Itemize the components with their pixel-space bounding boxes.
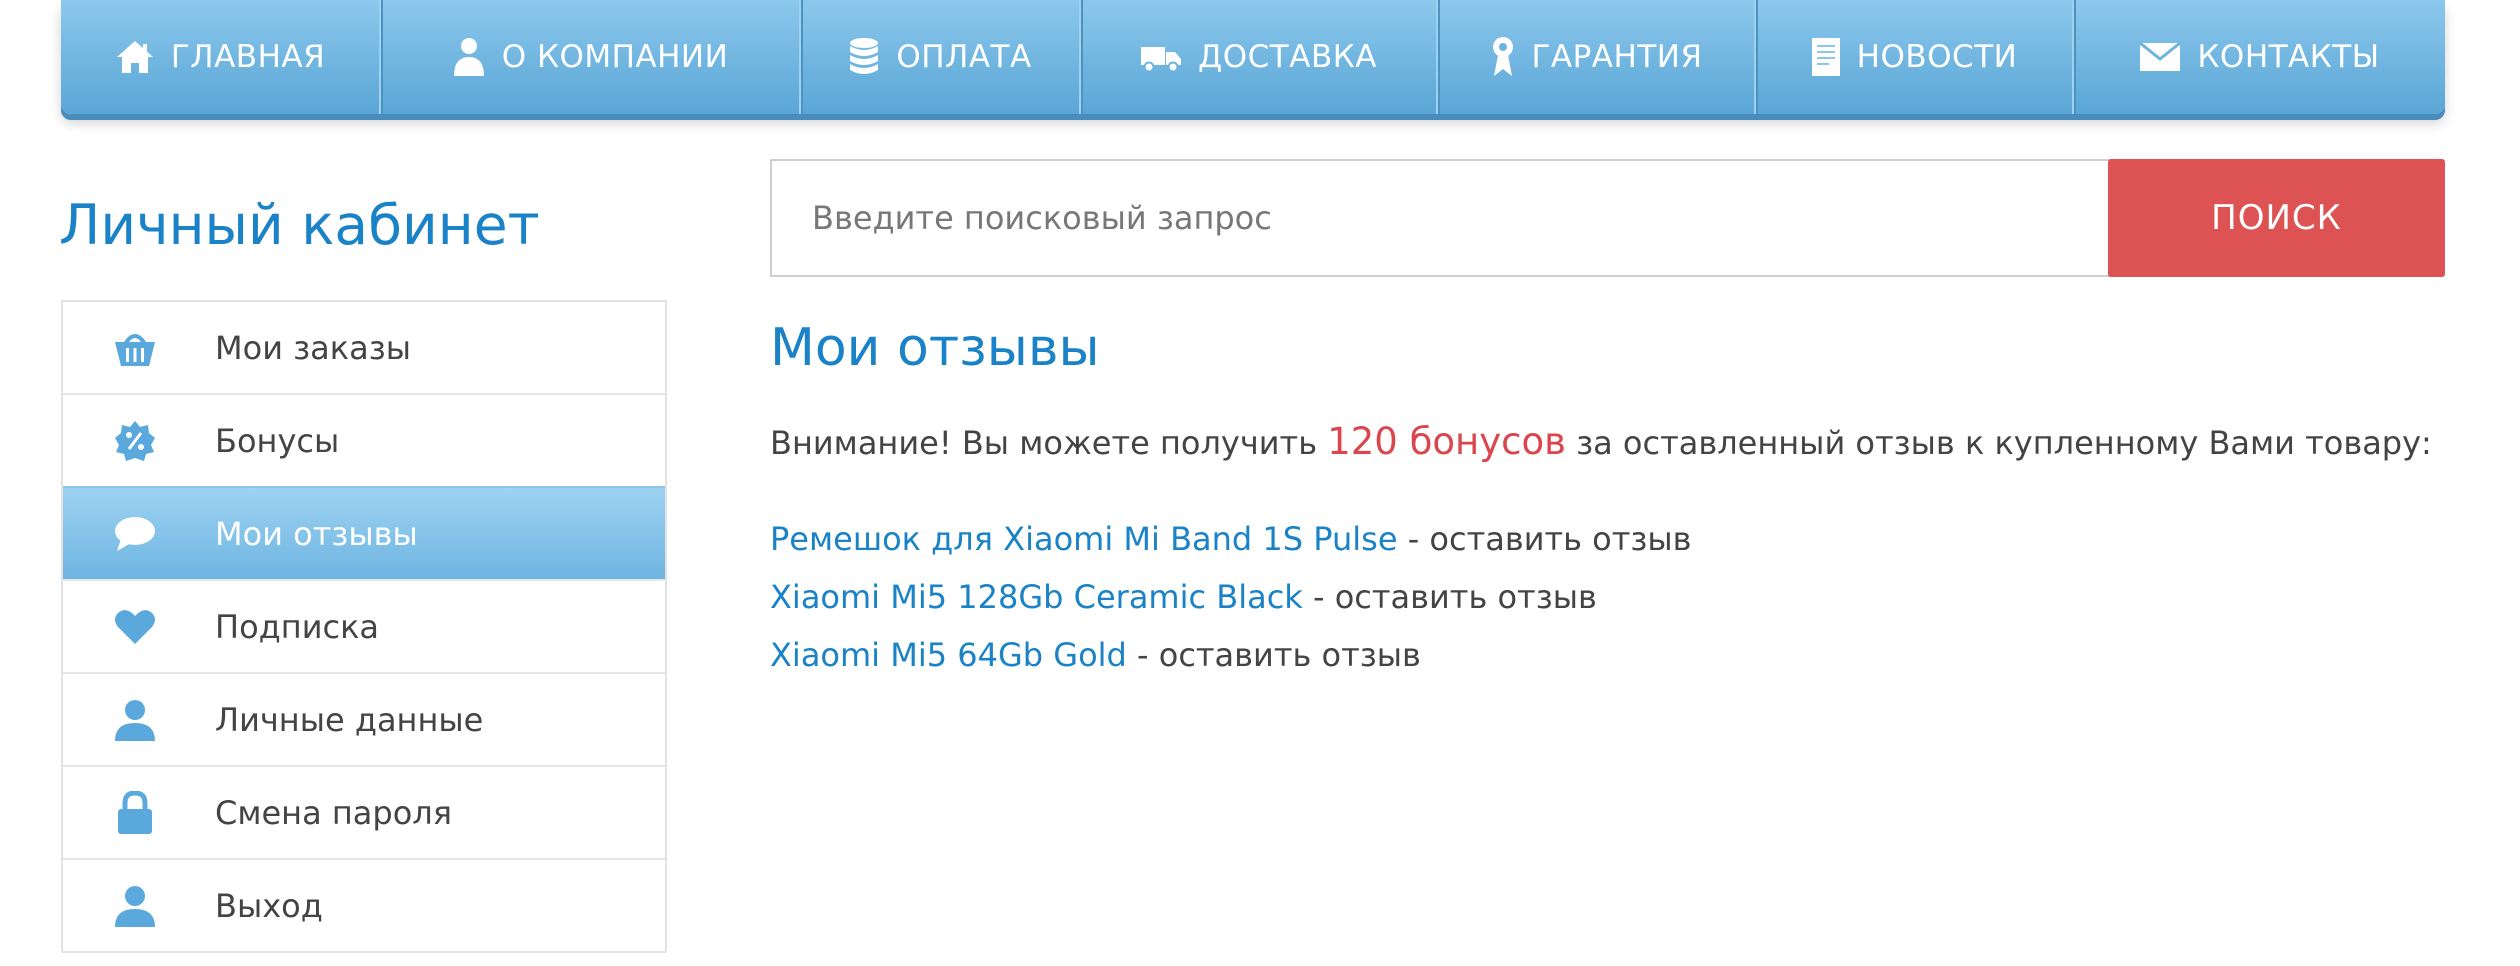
account-menu: Мои заказы Бонусы Мои отзывы Подписка Ли… [61, 300, 667, 953]
nav-item-label: ДОСТАВКА [1198, 39, 1377, 75]
sidebar-item-label: Мои заказы [215, 328, 411, 367]
leave-review-link[interactable]: - оставить отзыв [1303, 578, 1597, 616]
nav-item-contacts[interactable]: КОНТАКТЫ [2072, 0, 2445, 114]
bonus-notice: Внимание! Вы можете получить 120 бонусов… [770, 420, 2432, 463]
sidebar-item-label: Смена пароля [215, 793, 452, 832]
product-link[interactable]: Xiaomi Mi5 128Gb Ceramic Black [770, 578, 1303, 616]
lock-icon [111, 789, 159, 837]
sidebar-item-label: Личные данные [215, 700, 484, 739]
leave-review-link[interactable]: - оставить отзыв [1398, 520, 1692, 558]
home-icon [115, 39, 155, 75]
notice-text-after: за оставленный отзыв к купленному Вами т… [1565, 424, 2432, 462]
main-navigation: ГЛАВНАЯ О КОМПАНИИ ОПЛАТА ДОСТАВКА ГАРАН… [61, 0, 2445, 114]
nav-item-warranty[interactable]: ГАРАНТИЯ [1436, 0, 1754, 114]
sidebar-item-orders[interactable]: Мои заказы [63, 302, 665, 393]
list-item: Ремешок для Xiaomi Mi Band 1S Pulse - ос… [770, 520, 1692, 578]
nav-item-label: ГАРАНТИЯ [1531, 39, 1703, 75]
person-icon [452, 37, 486, 77]
user-icon [111, 696, 159, 744]
nav-item-label: КОНТАКТЫ [2197, 39, 2380, 75]
envelope-icon [2139, 42, 2182, 72]
list-item: Xiaomi Mi5 128Gb Ceramic Black - оставит… [770, 578, 1692, 636]
nav-item-label: ГЛАВНАЯ [170, 39, 326, 75]
sidebar-item-label: Мои отзывы [215, 514, 418, 553]
search-input[interactable] [770, 159, 2130, 277]
sidebar-item-reviews[interactable]: Мои отзывы [63, 486, 665, 579]
search-bar: ПОИСК [770, 159, 2445, 277]
sidebar-title: Личный кабинет [59, 193, 540, 257]
truck-icon [1140, 41, 1182, 73]
page-title: Мои отзывы [770, 318, 1100, 378]
sidebar-item-personal-data[interactable]: Личные данные [63, 672, 665, 765]
sidebar-item-label: Подписка [215, 607, 380, 646]
nav-item-label: ОПЛАТА [896, 39, 1032, 75]
notice-text-before: Внимание! Вы можете получить [770, 424, 1328, 462]
speech-bubble-icon [111, 510, 159, 558]
sidebar-item-logout[interactable]: Выход [63, 858, 665, 951]
bonus-amount: 120 бонусов [1327, 420, 1566, 463]
medal-icon [1490, 36, 1516, 78]
list-item: Xiaomi Mi5 64Gb Gold - оставить отзыв [770, 636, 1692, 694]
nav-item-payment[interactable]: ОПЛАТА [799, 0, 1079, 114]
percent-badge-icon [111, 417, 159, 465]
search-button[interactable]: ПОИСК [2108, 159, 2445, 277]
sidebar-item-bonuses[interactable]: Бонусы [63, 393, 665, 486]
nav-item-delivery[interactable]: ДОСТАВКА [1079, 0, 1436, 114]
basket-icon [111, 324, 159, 372]
sidebar-item-subscription[interactable]: Подписка [63, 579, 665, 672]
sidebar-item-label: Выход [215, 886, 323, 925]
nav-item-company[interactable]: О КОМПАНИИ [379, 0, 799, 114]
user-icon [111, 882, 159, 930]
sidebar-item-change-password[interactable]: Смена пароля [63, 765, 665, 858]
sidebar-item-label: Бонусы [215, 421, 340, 460]
nav-item-news[interactable]: НОВОСТИ [1754, 0, 2072, 114]
product-link[interactable]: Ремешок для Xiaomi Mi Band 1S Pulse [770, 520, 1398, 558]
coins-icon [848, 37, 880, 77]
nav-item-label: НОВОСТИ [1856, 39, 2018, 75]
nav-item-home[interactable]: ГЛАВНАЯ [61, 0, 379, 114]
nav-item-label: О КОМПАНИИ [501, 39, 729, 75]
leave-review-link[interactable]: - оставить отзыв [1127, 636, 1421, 674]
review-list: Ремешок для Xiaomi Mi Band 1S Pulse - ос… [770, 520, 1692, 694]
product-link[interactable]: Xiaomi Mi5 64Gb Gold [770, 636, 1127, 674]
document-icon [1811, 37, 1841, 77]
heart-icon [111, 603, 159, 651]
